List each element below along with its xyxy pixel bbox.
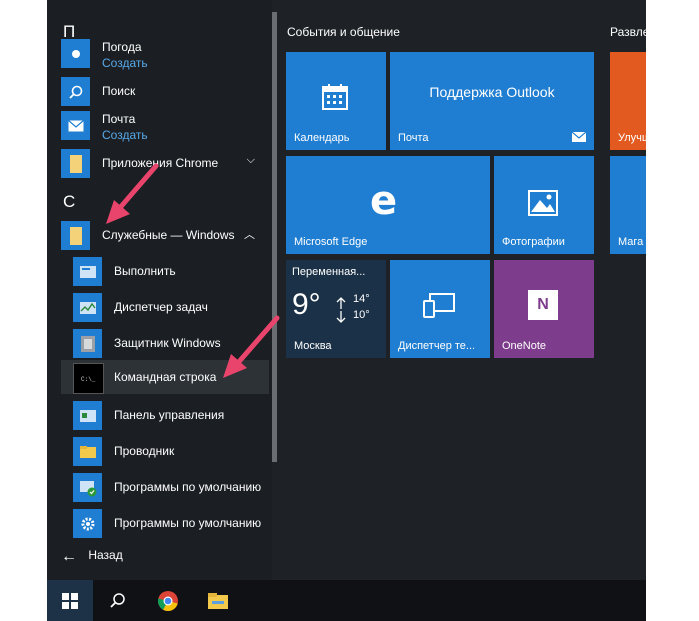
group-title-entertainment[interactable]: Развле	[610, 25, 646, 39]
defender-icon	[73, 329, 102, 358]
app-control-panel-label: Панель управления	[114, 408, 225, 422]
weather-temperature: 9°	[292, 288, 321, 321]
start-menu: П Погода Создать Поиск Почта Создать При…	[47, 0, 646, 621]
weather-high: 14°	[353, 293, 370, 305]
app-search-label: Поиск	[102, 84, 136, 98]
default-programs-icon	[73, 473, 102, 502]
chevron-down-icon[interactable]: ⌵	[247, 154, 255, 167]
app-mail-action[interactable]: Создать	[102, 128, 148, 142]
app-default-programs-1-label: Программы по умолчанию	[114, 480, 262, 494]
taskbar	[47, 580, 646, 621]
tile-onenote[interactable]: N OneNote	[494, 260, 594, 358]
app-mail[interactable]: Почта Создать	[61, 108, 267, 142]
weather-icon	[61, 39, 90, 68]
file-explorer-icon	[208, 592, 228, 609]
weather-low: 10°	[353, 309, 370, 321]
app-run[interactable]: Выполнить	[73, 254, 267, 288]
weather-city: Москва	[294, 340, 332, 352]
tile-mail[interactable]: Поддержка Outlook Почта	[390, 52, 594, 150]
photos-icon	[528, 190, 558, 216]
app-file-explorer-label: Проводник	[114, 444, 175, 458]
arrow-up-icon	[336, 297, 346, 309]
weather-condition: Переменная...	[292, 266, 366, 278]
taskbar-chrome[interactable]	[145, 580, 191, 621]
app-search[interactable]: Поиск	[61, 74, 267, 108]
app-control-panel[interactable]: Панель управления	[73, 398, 267, 432]
tile-office[interactable]: Улучш	[610, 52, 646, 150]
file-explorer-icon	[73, 437, 102, 466]
tile-task-manager[interactable]: Диспетчер те...	[390, 260, 490, 358]
mail-icon	[61, 111, 90, 140]
start-button[interactable]	[47, 580, 93, 621]
annotation-arrow-icon	[106, 163, 159, 224]
taskbar-file-explorer[interactable]	[195, 580, 241, 621]
tile-weather[interactable]: Переменная... 9° 14° 10° Москва	[286, 260, 386, 358]
devices-icon	[423, 293, 455, 318]
command-prompt-icon: C:\_	[73, 363, 104, 394]
tile-store-label: Мага	[618, 236, 644, 248]
letter-header-s[interactable]: С	[63, 192, 75, 212]
chevron-up-icon[interactable]: ︿	[244, 226, 255, 242]
tile-office-label: Улучш	[618, 132, 646, 144]
tile-edge[interactable]: e Microsoft Edge	[286, 156, 490, 254]
app-weather-label: Погода	[102, 40, 142, 54]
back-label: Назад	[88, 548, 123, 562]
scrollbar-thumb[interactable]	[272, 12, 277, 462]
windows-logo-icon	[62, 592, 78, 609]
arrow-left-icon: ←	[61, 548, 77, 565]
folder-windows-tools-label: Служебные — Windows	[102, 228, 235, 242]
annotation-arrow-icon	[223, 315, 280, 378]
mail-icon	[572, 132, 586, 142]
svg-text:C:\_: C:\_	[81, 376, 96, 383]
tile-calendar-label: Календарь	[294, 132, 350, 144]
app-windows-defender-label: Защитник Windows	[114, 336, 221, 350]
app-default-programs-2-label: Программы по умолчанию	[114, 516, 262, 530]
tile-photos[interactable]: Фотографии	[494, 156, 594, 254]
taskbar-search-button[interactable]	[95, 580, 141, 621]
tile-calendar[interactable]: Календарь	[286, 52, 386, 150]
app-run-label: Выполнить	[114, 264, 176, 278]
app-file-explorer[interactable]: Проводник	[73, 434, 267, 468]
folder-windows-tools[interactable]: Служебные — Windows ︿	[61, 218, 267, 252]
run-icon	[73, 257, 102, 286]
tile-mail-title: Поддержка Outlook	[429, 84, 555, 100]
gear-icon	[73, 509, 102, 538]
tile-edge-label: Microsoft Edge	[294, 236, 368, 248]
calendar-icon	[322, 84, 348, 110]
task-manager-icon	[73, 293, 102, 322]
app-default-programs-1[interactable]: Программы по умолчанию	[73, 470, 267, 504]
arrow-down-icon	[336, 311, 346, 323]
folder-icon	[61, 149, 90, 178]
app-mail-label: Почта	[102, 112, 136, 126]
group-title-events[interactable]: События и общение	[287, 25, 400, 39]
app-weather-action[interactable]: Создать	[102, 56, 148, 70]
search-icon	[110, 592, 125, 608]
app-task-manager-label: Диспетчер задач	[114, 300, 208, 314]
tile-mail-label: Почта	[398, 132, 429, 144]
edge-icon: e	[370, 178, 398, 224]
control-panel-icon	[73, 401, 102, 430]
search-icon	[61, 77, 90, 106]
tile-photos-label: Фотографии	[502, 236, 565, 248]
onenote-icon: N	[528, 290, 558, 320]
folder-chrome-apps[interactable]: Приложения Chrome ⌵	[61, 146, 267, 180]
tile-task-manager-label: Диспетчер те...	[398, 340, 476, 352]
folder-icon	[61, 221, 90, 250]
app-default-programs-2[interactable]: Программы по умолчанию	[73, 506, 267, 540]
tile-onenote-label: OneNote	[502, 340, 547, 352]
chrome-icon	[157, 590, 178, 611]
back-button[interactable]: ← Назад	[61, 548, 123, 566]
app-weather[interactable]: Погода Создать	[61, 36, 267, 70]
app-list: П Погода Создать Поиск Почта Создать При…	[47, 0, 272, 580]
app-command-prompt-label: Командная строка	[114, 370, 217, 384]
tile-store[interactable]: Мага	[610, 156, 646, 254]
